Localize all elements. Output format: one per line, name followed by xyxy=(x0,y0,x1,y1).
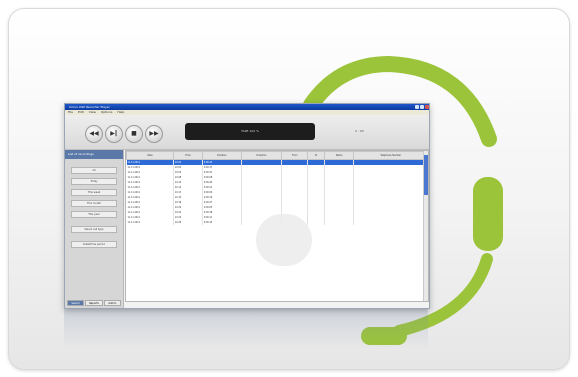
filter-month-button[interactable]: This month xyxy=(71,200,117,207)
column-header[interactable]: From xyxy=(281,151,309,160)
table-cell: 0:00:19 xyxy=(202,220,242,225)
window-reflection xyxy=(64,309,428,349)
stop-button[interactable]: ■ xyxy=(125,125,143,143)
column-header[interactable]: Name xyxy=(323,151,355,160)
table-header: Date Time Duration Direction From To Nam… xyxy=(126,151,428,160)
period-button[interactable]: Date/Time period xyxy=(71,241,117,248)
table-cell: 11.11.2011 xyxy=(126,220,174,225)
tape-display: TAPE 100 % xyxy=(185,123,315,140)
table-cell xyxy=(353,220,428,225)
sidebar-tabs: Search Reports Admin xyxy=(67,300,121,306)
table-cell xyxy=(324,220,355,225)
tab-admin[interactable]: Admin xyxy=(103,300,121,306)
toolbar: ◀◀ ▶‖ ■ ▶▶ TAPE 100 % 0 : 00 xyxy=(65,115,429,150)
filter-today-button[interactable]: Today xyxy=(71,178,117,185)
forward-icon: ▶▶ xyxy=(149,130,159,137)
column-header[interactable]: To xyxy=(307,151,325,160)
scrollbar-thumb[interactable] xyxy=(424,155,428,195)
close-button[interactable] xyxy=(425,105,429,109)
rewind-icon: ◀◀ xyxy=(89,130,99,137)
menu-file[interactable]: File xyxy=(68,110,73,114)
table-cell xyxy=(307,220,325,225)
filter-year-button[interactable]: This year xyxy=(71,211,117,218)
tab-reports[interactable]: Reports xyxy=(85,300,103,306)
tab-search[interactable]: Search xyxy=(67,300,85,306)
forward-button[interactable]: ▶▶ xyxy=(145,125,163,143)
vertical-scrollbar[interactable] xyxy=(423,151,428,301)
rewind-button[interactable]: ◀◀ xyxy=(85,125,103,143)
glass-highlight xyxy=(256,214,312,266)
app-window: Cirrus VoIP Recorder Player File Edit Vi… xyxy=(64,103,430,309)
column-header[interactable]: Date xyxy=(126,151,174,160)
menu-help[interactable]: Help xyxy=(117,110,124,114)
window-title: Cirrus VoIP Recorder Player xyxy=(69,105,110,109)
sidebar: List of recordings All Today This week T… xyxy=(65,150,124,308)
stop-icon: ■ xyxy=(131,130,137,137)
title-bar: Cirrus VoIP Recorder Player xyxy=(65,104,429,110)
column-header[interactable]: Direction xyxy=(240,151,283,160)
timecode: 0 : 00 xyxy=(355,129,364,133)
minimize-button[interactable] xyxy=(415,105,419,109)
table-cell: 10:26 xyxy=(173,220,203,225)
column-header[interactable]: Time xyxy=(172,151,203,160)
sidebar-title: List of recordings xyxy=(65,150,123,159)
column-header[interactable]: Duration xyxy=(201,151,242,160)
menu-edit[interactable]: Edit xyxy=(78,110,84,114)
menu-options[interactable]: Options xyxy=(101,110,113,114)
play-pause-icon: ▶‖ xyxy=(110,130,118,137)
maximize-button[interactable] xyxy=(420,105,424,109)
column-header[interactable]: Telephone Number xyxy=(353,151,428,160)
call-type-button[interactable]: Select call type xyxy=(71,226,117,233)
filter-week-button[interactable]: This week xyxy=(71,189,117,196)
menu-view[interactable]: View xyxy=(89,110,96,114)
filter-all-button[interactable]: All xyxy=(71,167,117,174)
play-pause-button[interactable]: ▶‖ xyxy=(105,125,123,143)
